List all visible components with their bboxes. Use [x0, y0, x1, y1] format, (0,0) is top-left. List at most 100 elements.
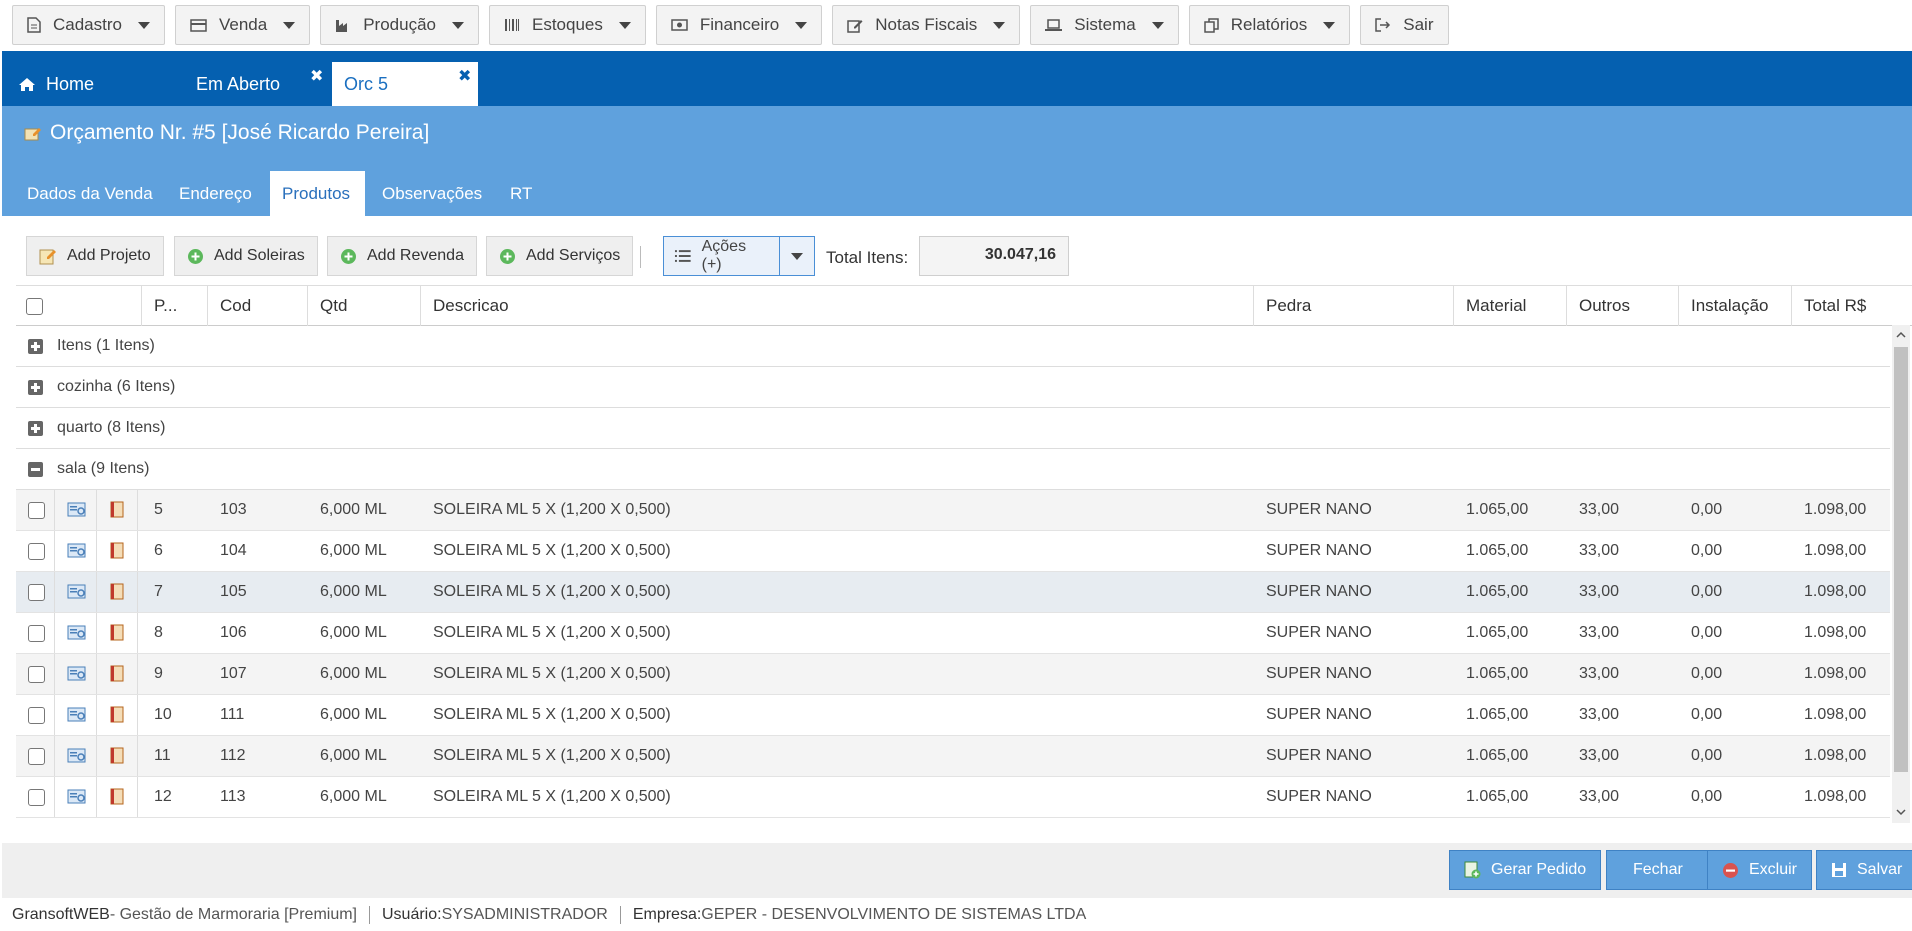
view-details-icon[interactable]	[67, 502, 87, 519]
table-row[interactable]: 9 107 6,000 ML SOLEIRA ML 5 X (1,200 X 0,50…	[16, 654, 1890, 695]
app-name: GransoftWEB	[12, 906, 110, 923]
table-row[interactable]: 7 105 6,000 ML SOLEIRA ML 5 X (1,200 X 0,50…	[16, 572, 1890, 613]
cell-p: 5	[154, 501, 163, 518]
add-circle-icon	[188, 248, 203, 264]
group-row-itens[interactable]: Itens (1 Itens)	[16, 326, 1890, 367]
table-row[interactable]: 5 103 6,000 ML SOLEIRA ML 5 X (1,200 X 0,50…	[16, 490, 1890, 531]
add-projeto-button[interactable]: Add Projeto	[26, 236, 164, 276]
row-view-cell	[54, 613, 96, 653]
column-header-qtd[interactable]: Qtd	[308, 286, 421, 326]
tab-observacoes[interactable]: Observações	[370, 171, 494, 216]
menu-estoques[interactable]: Estoques	[489, 5, 646, 45]
book-icon[interactable]	[109, 583, 125, 601]
cell-outros: 33,00	[1579, 788, 1620, 805]
column-header-cod[interactable]: Cod	[208, 286, 308, 326]
row-checkbox[interactable]	[28, 501, 45, 519]
acoes-dropdown-toggle[interactable]	[780, 237, 814, 275]
row-checkbox[interactable]	[28, 665, 45, 683]
menu-sistema[interactable]: Sistema	[1030, 5, 1179, 45]
user-name: SYSADMINISTRADOR	[441, 906, 608, 923]
add-circle-icon	[341, 248, 356, 264]
salvar-button[interactable]: Salvar	[1816, 850, 1912, 890]
add-servicos-button[interactable]: Add Serviços	[486, 236, 634, 276]
view-details-icon[interactable]	[67, 584, 87, 601]
tab-produtos[interactable]: Produtos	[270, 171, 365, 216]
tab-dados-da-venda[interactable]: Dados da Venda	[15, 171, 165, 216]
menu-producao[interactable]: Produção	[320, 5, 479, 45]
gerar-pedido-button[interactable]: Gerar Pedido	[1449, 850, 1602, 890]
column-header-outros[interactable]: Outros	[1567, 286, 1679, 326]
tab-home[interactable]: Home	[18, 62, 168, 106]
view-details-icon[interactable]	[67, 707, 87, 724]
row-checkbox[interactable]	[28, 788, 45, 806]
table-row[interactable]: 12 113 6,000 ML SOLEIRA ML 5 X (1,200 X 0,5…	[16, 777, 1890, 818]
column-header-instalacao[interactable]: Instalação	[1679, 286, 1792, 326]
menu-financeiro[interactable]: Financeiro	[655, 5, 823, 45]
view-details-icon[interactable]	[67, 666, 87, 683]
expand-icon[interactable]	[28, 379, 43, 395]
menu-relatorios[interactable]: Relatórios	[1188, 5, 1351, 45]
add-revenda-button[interactable]: Add Revenda	[327, 236, 477, 276]
table-row[interactable]: 10 111 6,000 ML SOLEIRA ML 5 X (1,200 X 0,5…	[16, 695, 1890, 736]
tab-endereco[interactable]: Endereço	[167, 171, 264, 216]
view-details-icon[interactable]	[67, 543, 87, 560]
scroll-down-icon[interactable]	[1896, 809, 1906, 816]
table-row[interactable]: 8 106 6,000 ML SOLEIRA ML 5 X (1,200 X 0,50…	[16, 613, 1890, 654]
group-row-sala[interactable]: sala (9 Itens)	[16, 449, 1890, 490]
grid-vertical-scrollbar[interactable]	[1892, 325, 1910, 823]
close-icon[interactable]: ✖	[310, 66, 323, 86]
view-details-icon[interactable]	[67, 789, 87, 806]
book-icon[interactable]	[109, 706, 125, 724]
file-icon	[27, 17, 41, 33]
row-checkbox[interactable]	[28, 583, 45, 601]
products-grid: P... Cod Qtd Descricao Pedra Material Ou…	[16, 285, 1912, 825]
tab-rt[interactable]: RT	[498, 171, 544, 216]
excluir-button[interactable]: Excluir	[1707, 850, 1813, 890]
group-row-cozinha[interactable]: cozinha (6 Itens)	[16, 367, 1890, 408]
status-divider	[369, 906, 370, 924]
close-icon[interactable]: ✖	[458, 66, 471, 86]
table-row[interactable]: 11 112 6,000 ML SOLEIRA ML 5 X (1,200 X 0,5…	[16, 736, 1890, 777]
row-checkbox[interactable]	[28, 542, 45, 560]
fechar-label: Fechar	[1633, 861, 1683, 878]
table-row[interactable]: 6 104 6,000 ML SOLEIRA ML 5 X (1,200 X 0,50…	[16, 531, 1890, 572]
book-icon[interactable]	[109, 747, 125, 765]
column-header-pedra[interactable]: Pedra	[1254, 286, 1454, 326]
expand-icon[interactable]	[28, 338, 43, 354]
group-row-quarto[interactable]: quarto (8 Itens)	[16, 408, 1890, 449]
menu-venda[interactable]: Venda	[174, 5, 311, 45]
menu-producao-label: Produção	[363, 15, 436, 34]
add-soleiras-button[interactable]: Add Soleiras	[174, 236, 318, 276]
expand-icon[interactable]	[28, 420, 43, 436]
tab-em-aberto[interactable]: Em Aberto ✖	[160, 62, 323, 106]
column-header-p[interactable]: P...	[142, 286, 208, 326]
acoes-button[interactable]: Ações (+)	[664, 237, 780, 275]
view-details-icon[interactable]	[67, 748, 87, 765]
book-icon[interactable]	[109, 542, 125, 560]
fechar-button[interactable]: Fechar	[1606, 850, 1710, 890]
row-select-cell	[16, 777, 58, 817]
select-all-checkbox[interactable]	[26, 297, 43, 315]
column-header-total[interactable]: Total R$	[1792, 286, 1912, 326]
total-itens-field: 30.047,16	[919, 236, 1069, 276]
status-bar: GransoftWEB - Gestão de Marmoraria [Prem…	[12, 906, 1086, 924]
row-checkbox[interactable]	[28, 624, 45, 642]
row-checkbox[interactable]	[28, 706, 45, 724]
menu-sair[interactable]: Sair	[1360, 5, 1449, 45]
menu-notas-fiscais[interactable]: Notas Fiscais	[832, 5, 1021, 45]
book-icon[interactable]	[109, 788, 125, 806]
cell-qtd: 6,000 ML	[320, 665, 387, 682]
book-icon[interactable]	[109, 624, 125, 642]
menu-cadastro[interactable]: Cadastro	[12, 5, 165, 45]
tab-orc-5[interactable]: Orc 5 ✖	[332, 62, 478, 106]
view-details-icon[interactable]	[67, 625, 87, 642]
column-header-material[interactable]: Material	[1454, 286, 1567, 326]
book-icon[interactable]	[109, 665, 125, 683]
column-header-descricao[interactable]: Descricao	[421, 286, 1254, 326]
scrollbar-thumb[interactable]	[1894, 347, 1908, 772]
collapse-icon[interactable]	[28, 461, 43, 477]
row-book-cell	[96, 531, 138, 571]
book-icon[interactable]	[109, 501, 125, 519]
scroll-up-icon[interactable]	[1896, 331, 1906, 338]
row-checkbox[interactable]	[28, 747, 45, 765]
